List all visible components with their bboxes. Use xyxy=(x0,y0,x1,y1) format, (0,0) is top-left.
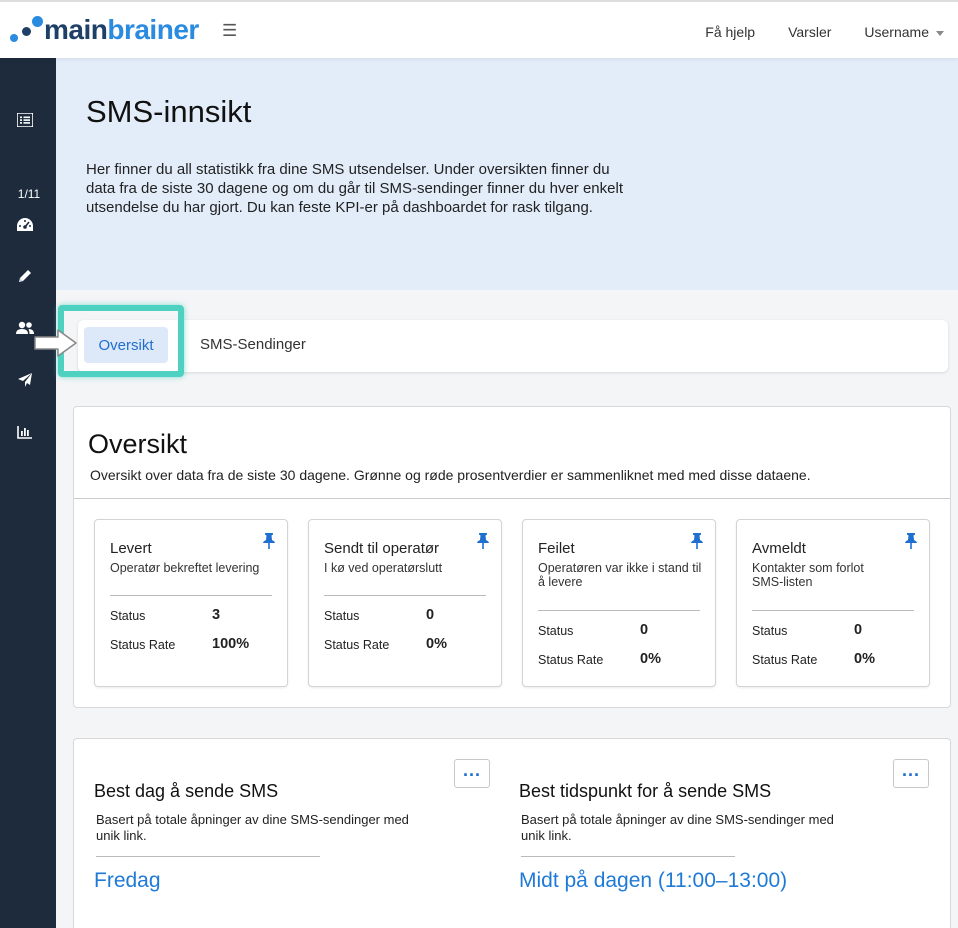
stat-card-sendt-til-operator: Sendt til operatør I kø ved operatørslut… xyxy=(308,519,502,687)
stat-title: Feilet xyxy=(538,540,575,557)
logo-text-brainer: brainer xyxy=(107,14,199,45)
best-day-section: Best dag å sende SMS Basert på totale åp… xyxy=(74,739,504,928)
pointer-arrow-icon xyxy=(32,327,80,364)
best-send-card: Best dag å sende SMS Basert på totale åp… xyxy=(73,738,951,928)
stat-card-avmeldt: Avmeldt Kontakter som forlot SMS-listen … xyxy=(736,519,930,687)
username-label: Username xyxy=(864,24,929,40)
status-rate-value: 0% xyxy=(640,651,661,667)
status-value: 3 xyxy=(212,607,221,623)
stat-title: Sendt til operatør xyxy=(324,540,440,557)
best-day-result: Fredag xyxy=(94,869,161,892)
pin-icon[interactable] xyxy=(261,532,277,555)
user-menu[interactable]: Username xyxy=(864,24,944,40)
overview-description: Oversikt over data fra de siste 30 dagen… xyxy=(90,467,811,483)
caret-down-icon xyxy=(936,30,944,36)
best-time-result: Midt på dagen (11:00–13:00) xyxy=(519,869,788,892)
best-time-title: Best tidspunkt for å sende SMS xyxy=(519,781,772,801)
logo-dots-icon xyxy=(10,14,44,46)
divider xyxy=(324,595,486,596)
best-time-section: Best tidspunkt for å sende SMS Basert på… xyxy=(499,739,929,928)
best-day-description: Basert på totale åpninger av dine SMS-se… xyxy=(96,812,409,843)
divider xyxy=(752,610,914,611)
status-label: Status xyxy=(110,609,146,623)
divider xyxy=(538,610,700,611)
tab-sms-sendinger[interactable]: SMS-Sendinger xyxy=(200,336,306,353)
stat-subtitle: Kontakter som forlot SMS-listen xyxy=(752,561,864,589)
overview-title: Oversikt xyxy=(88,429,188,459)
tab-oversikt[interactable]: Oversikt xyxy=(84,327,168,363)
stat-subtitle: Operatør bekreftet levering xyxy=(110,561,260,575)
pin-icon[interactable] xyxy=(475,532,491,555)
page-title: SMS-innsikt xyxy=(86,94,252,129)
divider xyxy=(74,498,950,499)
stat-card-feilet: Feilet Operatøren var ikke i stand til å… xyxy=(522,519,716,687)
divider xyxy=(521,856,735,857)
status-label: Status xyxy=(538,624,574,638)
logo-text-main: main xyxy=(44,14,108,45)
sidebar: 1/11 xyxy=(0,58,56,928)
overview-card: Oversikt Oversikt over data fra de siste… xyxy=(73,406,951,708)
mainbrainer-logo[interactable]: main brainer xyxy=(10,14,199,46)
status-rate-label: Status Rate xyxy=(110,638,176,652)
status-rate-value: 0% xyxy=(426,636,447,652)
more-options-button[interactable]: ... xyxy=(893,759,929,788)
bar-chart-icon[interactable] xyxy=(14,421,36,443)
status-value: 0 xyxy=(854,622,863,638)
page-description: Her finner du all statistikk fra dine SM… xyxy=(86,161,623,216)
hamburger-menu-icon[interactable]: ☰ xyxy=(222,21,237,41)
stat-title: Avmeldt xyxy=(752,540,806,557)
status-label: Status xyxy=(752,624,788,638)
divider xyxy=(96,856,320,857)
status-rate-label: Status Rate xyxy=(752,653,818,667)
more-options-button[interactable]: ... xyxy=(454,759,490,788)
stat-title: Levert xyxy=(110,540,152,557)
stat-subtitle: I kø ved operatørslutt xyxy=(324,561,443,575)
best-time-description: Basert på totale åpninger av dine SMS-se… xyxy=(521,812,834,843)
status-rate-value: 100% xyxy=(212,636,250,652)
notifications-link[interactable]: Varsler xyxy=(788,24,831,40)
stat-card-levert: Levert Operatør bekreftet levering Statu… xyxy=(94,519,288,687)
dashboard-icon[interactable] xyxy=(14,213,36,235)
divider xyxy=(110,595,272,596)
stat-subtitle: Operatøren var ikke i stand til å levere xyxy=(538,561,702,589)
send-icon[interactable] xyxy=(14,369,36,391)
list-icon[interactable] xyxy=(14,109,36,131)
status-rate-value: 0% xyxy=(854,651,875,667)
status-value: 0 xyxy=(640,622,649,638)
pin-icon[interactable] xyxy=(903,532,919,555)
pin-icon[interactable] xyxy=(689,532,705,555)
status-rate-label: Status Rate xyxy=(324,638,390,652)
top-nav: Få hjelp Varsler Username xyxy=(672,24,944,40)
best-day-title: Best dag å sende SMS xyxy=(94,781,279,801)
status-label: Status xyxy=(324,609,360,623)
hero-banner: SMS-innsikt Her finner du all statistikk… xyxy=(56,58,958,290)
status-rate-label: Status Rate xyxy=(538,653,604,667)
pencil-icon[interactable] xyxy=(14,265,36,287)
help-link[interactable]: Få hjelp xyxy=(705,24,755,40)
tab-bar: Oversikt SMS-Sendinger xyxy=(78,320,948,372)
page-counter: 1/11 xyxy=(17,187,41,201)
top-bar: main brainer ☰ Få hjelp Varsler Username xyxy=(0,0,958,58)
status-value: 0 xyxy=(426,607,435,623)
